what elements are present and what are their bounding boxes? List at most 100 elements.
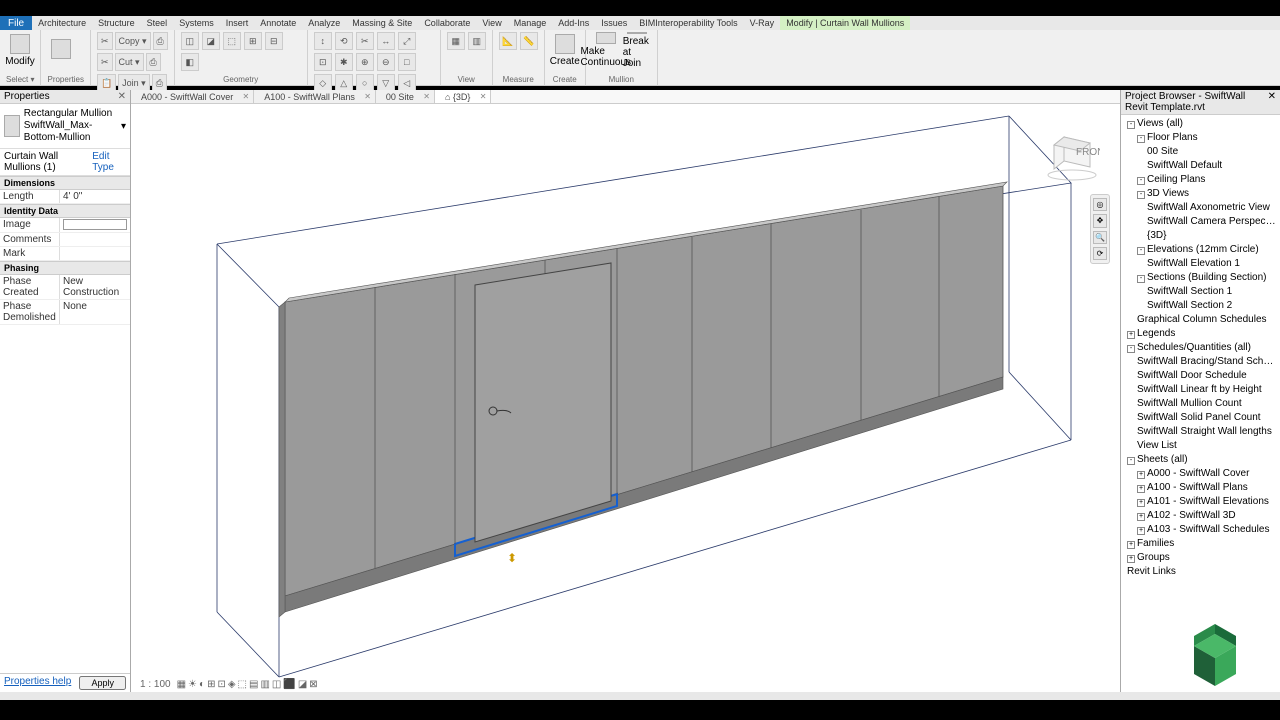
tree-item[interactable]: 00 Site <box>1123 145 1278 159</box>
ribbon-button[interactable]: ✂ <box>356 32 374 50</box>
menu-collaborate[interactable]: Collaborate <box>418 16 476 30</box>
tree-item[interactable]: +Groups <box>1123 551 1278 565</box>
menu-insert[interactable]: Insert <box>220 16 255 30</box>
menu-systems[interactable]: Systems <box>173 16 220 30</box>
ribbon-button[interactable]: Modify <box>6 32 34 68</box>
tree-item[interactable]: SwiftWall Straight Wall lengths <box>1123 425 1278 439</box>
ribbon-button[interactable]: ▦ <box>447 32 465 50</box>
viewcontrol-icon[interactable]: ⊡ <box>216 679 226 690</box>
menu-manage[interactable]: Manage <box>508 16 553 30</box>
expand-icon[interactable]: - <box>1127 457 1135 465</box>
instance-filter[interactable]: Curtain Wall Mullions (1) <box>4 151 92 173</box>
menu-modify-curtain-wall-mullions[interactable]: Modify | Curtain Wall Mullions <box>780 16 910 30</box>
tree-item[interactable]: SwiftWall Linear ft by Height <box>1123 383 1278 397</box>
tree-item[interactable]: SwiftWall Bracing/Stand Schedule <box>1123 355 1278 369</box>
viewcontrol-icon[interactable]: ⊞ <box>206 679 216 690</box>
doc-tab[interactable]: 00 Site✕ <box>376 90 435 103</box>
ribbon-button[interactable]: ⊡ <box>314 53 332 71</box>
expand-icon[interactable]: - <box>1137 191 1145 199</box>
ribbon-button[interactable]: ↕ <box>314 32 332 50</box>
doc-tab[interactable]: ⌂ {3D}✕ <box>435 90 491 103</box>
tree-item[interactable]: +A103 - SwiftWall Schedules <box>1123 523 1278 537</box>
ribbon-button[interactable]: Cut ▾ <box>115 53 144 71</box>
ribbon-button[interactable]: ⎙ <box>146 53 161 71</box>
tree-item[interactable]: SwiftWall Axonometric View <box>1123 201 1278 215</box>
file-menu[interactable]: File <box>0 16 32 30</box>
tree-item[interactable]: +Families <box>1123 537 1278 551</box>
tree-item[interactable]: -Ceiling Plans <box>1123 173 1278 187</box>
viewcontrol-icon[interactable]: ⊠ <box>308 679 318 690</box>
expand-icon[interactable]: + <box>1127 331 1135 339</box>
ribbon-button[interactable]: ↔ <box>377 32 395 50</box>
menu-v-ray[interactable]: V-Ray <box>744 16 781 30</box>
tree-item[interactable]: Revit Links <box>1123 565 1278 579</box>
viewcontrol-icon[interactable]: ◪ <box>297 679 308 690</box>
expand-icon[interactable]: - <box>1137 135 1145 143</box>
prop-category[interactable]: Phasing <box>0 261 130 275</box>
prop-category[interactable]: Dimensions <box>0 176 130 190</box>
menu-structure[interactable]: Structure <box>92 16 141 30</box>
viewcontrol-icon[interactable]: ◐ <box>198 679 206 690</box>
tree-item[interactable]: SwiftWall Elevation 1 <box>1123 257 1278 271</box>
apply-button[interactable]: Apply <box>79 676 126 690</box>
doc-tab[interactable]: A000 - SwiftWall Cover✕ <box>131 90 254 103</box>
ribbon-button[interactable]: ⊖ <box>377 53 395 71</box>
tree-item[interactable]: +A101 - SwiftWall Elevations <box>1123 495 1278 509</box>
ribbon-button[interactable]: Create <box>551 32 579 68</box>
ribbon-button[interactable]: ⬚ <box>223 32 241 50</box>
expand-icon[interactable]: + <box>1137 499 1145 507</box>
close-icon[interactable]: ✕ <box>1268 91 1276 113</box>
expand-icon[interactable]: + <box>1137 513 1145 521</box>
menu-annotate[interactable]: Annotate <box>254 16 302 30</box>
ribbon-button[interactable]: ▥ <box>468 32 486 50</box>
viewcontrol-icon[interactable]: ▤ <box>248 679 259 690</box>
menu-analyze[interactable]: Analyze <box>302 16 346 30</box>
viewcontrol-icon[interactable]: ◫ <box>271 679 282 690</box>
expand-icon[interactable]: - <box>1137 275 1145 283</box>
tree-item[interactable]: +A100 - SwiftWall Plans <box>1123 481 1278 495</box>
menu-add-ins[interactable]: Add-Ins <box>552 16 595 30</box>
menu-massing-site[interactable]: Massing & Site <box>346 16 418 30</box>
tree-item[interactable]: -Floor Plans <box>1123 131 1278 145</box>
menu-issues[interactable]: Issues <box>595 16 633 30</box>
tree-item[interactable]: +Legends <box>1123 327 1278 341</box>
viewcontrol-icon[interactable]: ☀ <box>187 679 198 690</box>
menu-view[interactable]: View <box>476 16 507 30</box>
ribbon-button[interactable]: ⤢ <box>398 32 416 50</box>
ribbon-button[interactable]: ⎙ <box>153 32 168 50</box>
expand-icon[interactable]: + <box>1127 555 1135 563</box>
tree-item[interactable]: -Schedules/Quantities (all) <box>1123 341 1278 355</box>
tree-item[interactable]: SwiftWall Section 2 <box>1123 299 1278 313</box>
ribbon-button[interactable]: ✱ <box>335 53 353 71</box>
type-selector[interactable]: Rectangular Mullion SwiftWall_Max-Bottom… <box>0 104 130 149</box>
edit-type-link[interactable]: Edit Type <box>92 151 126 173</box>
orbit-icon[interactable]: ⟳ <box>1093 247 1107 260</box>
pan-icon[interactable]: ✥ <box>1093 214 1107 227</box>
viewcontrol-icon[interactable]: ▥ <box>259 679 270 690</box>
close-icon[interactable]: ✕ <box>423 92 430 101</box>
close-icon[interactable]: ✕ <box>364 92 371 101</box>
ribbon-button[interactable] <box>47 32 75 68</box>
tree-item[interactable]: +A102 - SwiftWall 3D <box>1123 509 1278 523</box>
viewcontrol-icon[interactable]: ⬛ <box>282 679 296 690</box>
ribbon-button[interactable]: □ <box>398 53 416 71</box>
expand-icon[interactable]: - <box>1137 247 1145 255</box>
tree-item[interactable]: View List <box>1123 439 1278 453</box>
menu-biminteroperability-tools[interactable]: BIMInteroperability Tools <box>633 16 743 30</box>
ribbon-button[interactable]: Copy ▾ <box>115 32 151 50</box>
tree-item[interactable]: -3D Views <box>1123 187 1278 201</box>
ribbon-button[interactable]: ⟲ <box>335 32 353 50</box>
doc-tab[interactable]: A100 - SwiftWall Plans✕ <box>254 90 376 103</box>
view-cube[interactable]: FRONT <box>1046 129 1100 183</box>
ribbon-button[interactable]: Make Continuous <box>592 32 620 68</box>
tree-item[interactable]: -Views (all) <box>1123 117 1278 131</box>
expand-icon[interactable]: - <box>1127 345 1135 353</box>
ribbon-button[interactable]: 📏 <box>520 32 538 50</box>
chevron-down-icon[interactable]: ▾ <box>121 121 126 132</box>
ribbon-button[interactable]: ✂ <box>97 32 113 50</box>
tree-item[interactable]: SwiftWall Door Schedule <box>1123 369 1278 383</box>
expand-icon[interactable]: + <box>1137 471 1145 479</box>
navigation-bar[interactable]: ◎ ✥ 🔍 ⟳ <box>1090 194 1110 264</box>
tree-item[interactable]: Graphical Column Schedules <box>1123 313 1278 327</box>
tree-item[interactable]: +A000 - SwiftWall Cover <box>1123 467 1278 481</box>
